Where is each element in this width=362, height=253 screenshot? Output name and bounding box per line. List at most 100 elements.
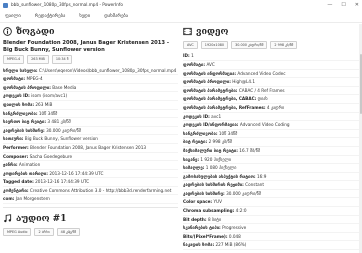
general-heading: ზოგადი [16,26,55,37]
property-row: Performer: Blender Foundation 2008, Janu… [3,144,178,153]
scrollbar-thumb[interactable] [359,54,362,114]
close-button[interactable]: ✕ [355,2,359,8]
property-label: ფაილის ზომა: [3,101,35,107]
property-row: საერთო ბიტ რეიტი: 3 481 კბ/წმ [3,118,178,127]
property-label: სათაური: [3,136,24,142]
format-badge: MPEG-4 [3,55,25,64]
property-label: კოდეკის ID: [3,93,30,99]
property-label: კოდეკის ID: [183,113,210,119]
property-label: სიგანე: [183,156,200,162]
property-value: 3 481 კბ/წმ [47,119,71,125]
property-label: სიმაღლე: [183,165,205,171]
property-value: MPEG-4 [26,76,43,82]
property-value: 30.000 კადრი/წმ [226,190,261,196]
property-label: მაქსიმალური ბიტ რეიტი: [183,147,238,153]
property-label: ჟანრი: [3,162,18,168]
property-row: ფორმატის პარამეტრები: CABAC / 4 Ref Fram… [183,87,359,96]
property-value: CABAC / 4 Ref Frames [238,87,285,93]
size-badge: 263 MiB [27,55,49,64]
property-value: Creative Commons Attribution 3.0 - http:… [29,187,172,193]
video-bitrate-badge: 2 998 კბ/წმ [270,41,298,50]
property-label: გამოსახულების ასპექტის რატიო: [183,173,256,179]
property-label: com: [3,196,15,202]
property-label: Bit depth: [183,216,207,222]
property-value: Blender Foundation 2008, Janus Bager Kri… [30,144,147,150]
property-value: 227 MiB (86%) [215,242,247,248]
property-label: ფორმატის პარამეტრები, RefFrames: [183,104,266,110]
property-row: Bits/(Pixel*Frame): 0.048 [183,233,359,242]
right-column: ვიდეო AVC 1920x1080 30.000 კადრი/წმ 2 99… [183,24,359,253]
property-row: Bit depth: 8 ბიტი [183,216,359,225]
property-row: კოდეკის ID: avc1 [183,113,359,122]
property-label: ბიტ რეიტი: [183,139,208,145]
video-section-header: ვიდეო [183,24,359,39]
media-title: Blender Foundation 2008, Janus Bager Kri… [3,40,169,53]
property-label: Tagged date: [3,179,34,185]
property-label: Chroma subsampling: [183,208,235,214]
property-value: 16:9 [256,173,267,179]
menu-view[interactable]: ხედი [79,14,90,19]
duration-badge: 10:34 წ [51,55,73,64]
audio-channels-badge: 2 არხი [34,228,54,237]
minimize-button[interactable]: — [327,2,332,8]
menu-bar: ფაილი რედაქტირება ხედი დახმარება [0,10,362,23]
property-row: ფორმატის პროფილი: High@L4.1 [183,78,359,87]
general-properties: სრული სახელი: C:\Users\eqeron\Videos\bbb… [3,67,178,205]
property-row: ფაილის ზომა: 263 MiB [3,101,178,110]
property-row: ფორმატი: MPEG-4 [3,75,178,84]
property-value: 10წ 34წმ [38,110,58,116]
property-row: კადრების სიხშირე: 30.000 კადრი/წმ [183,190,359,199]
property-row: Tagged date: 2013-12-16 17:44:39 UTC [3,178,178,187]
property-label: კადრების სიხშირე: [3,127,45,133]
property-value: 1 080 პიქსელი [205,165,237,171]
property-row: ფორმატის პარამეტრები, RefFrames: 4 კადრი [183,104,359,113]
property-value: Base Media [52,84,77,90]
property-row: სიმაღლე: 1 080 პიქსელი [183,164,359,173]
general-badges: MPEG-4 263 MiB 10:34 წ [3,55,178,64]
maximize-button[interactable]: ☐ [341,2,345,8]
info-icon [3,27,12,36]
audio-heading: აუდიო #1 [16,213,67,224]
general-section-header: ზოგადი [3,24,178,39]
property-value: 30.000 კადრი/წმ [46,127,81,133]
property-value: 4:2:0 [235,208,247,214]
property-value: Advanced Video Codec [237,70,286,76]
property-row: ფორმატის ინფორმაცია: Advanced Video Code… [183,70,359,79]
property-label: ფორმატი: [183,61,206,67]
property-value: 1 920 პიქსელი [200,156,232,162]
property-label: ფორმატი: [3,76,26,82]
property-row: ხანგრძლივობა: 10წ 34წმ [3,110,178,119]
property-label: ფორმატის პარამეტრები, CABAC: [183,96,257,102]
audio-badges: MPEG Audio 2 არხი 48 კჰც/წმ [3,228,178,237]
property-row: სრული სახელი: C:\Users\eqeron\Videos\bbb… [3,67,178,76]
property-value: Animation [18,162,41,168]
property-row: ფორმატის პროფილი: Base Media [3,84,178,93]
menu-edit[interactable]: რედაქტირება [35,14,66,19]
property-label: ფორმატის პროფილი: [3,84,51,90]
property-row: ფორმატის პარამეტრები, CABAC: დიახ [183,95,359,104]
property-label: ხანგრძლივობა: [3,110,38,116]
property-value: High@L4.1 [232,79,256,85]
property-value: avc1 [211,113,222,119]
property-row: ხანგრძლივობა: 10წ 34წმ [183,130,359,139]
app-icon [3,2,8,8]
property-label: ფორმატის პარამეტრები: [183,87,238,93]
video-codec-badge: AVC [183,41,198,50]
property-row: კოდეკის ID: isom (isom/avc1) [3,92,178,101]
video-badges: AVC 1920x1080 30.000 კადრი/წმ 2 998 კბ/წ… [183,41,359,50]
property-row: მაქსიმალური ბიტ რეიტი: 16.7 მბ/წმ [183,147,359,156]
property-value: Sacha Goedegebure [29,153,73,159]
property-label: სრული სახელი: [3,67,38,73]
property-label: Color space: [183,199,213,205]
property-value: 0.048 [228,233,241,239]
menu-file[interactable]: ფაილი [5,14,21,19]
property-row: სკანირების ტიპი: Progressive [183,224,359,233]
property-label: ID: [183,53,190,59]
property-row: კადრების სიხშირე: 30.000 კადრი/წმ [3,127,178,136]
property-label: ხანგრძლივობა: [183,130,218,136]
section-divider [3,207,178,209]
property-label: ნაკადის ზომა: [183,242,215,248]
menu-help[interactable]: დახმარება [104,14,128,19]
property-label: კადრების სიხშირე: [183,190,225,196]
property-label: კადრების სიხშირის რეჟიმი: [183,182,244,188]
